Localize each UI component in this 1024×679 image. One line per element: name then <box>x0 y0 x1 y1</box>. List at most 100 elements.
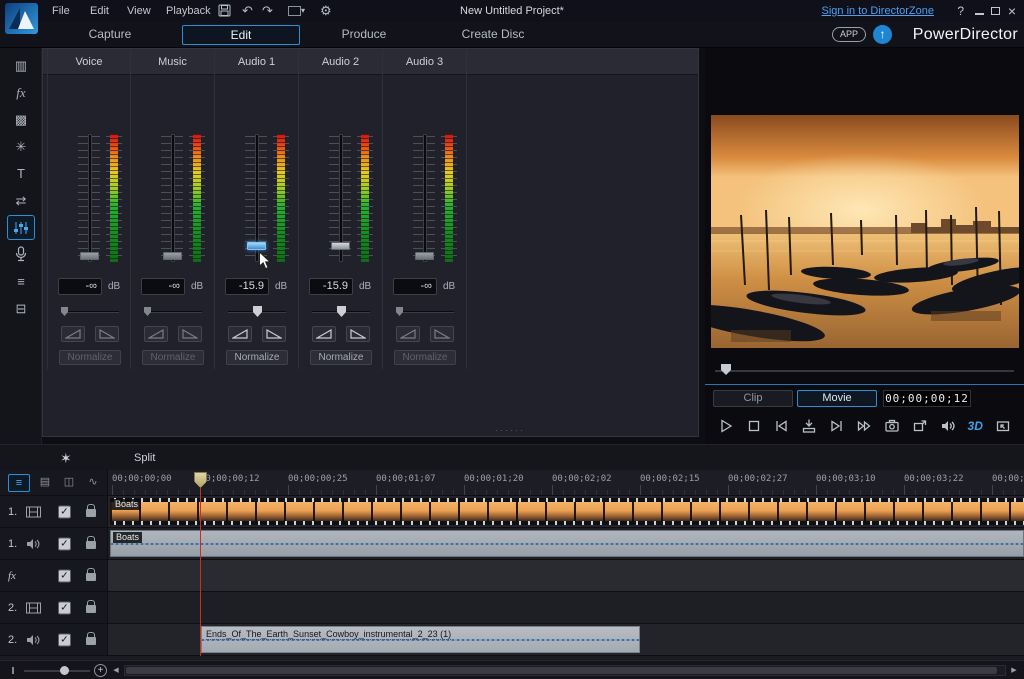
volume-button[interactable] <box>937 416 959 436</box>
gain-handle[interactable] <box>331 242 350 250</box>
tab-edit[interactable]: Edit <box>182 25 300 45</box>
menu-edit[interactable]: Edit <box>90 0 109 22</box>
track-enable-checkbox[interactable]: ✓ <box>58 601 71 614</box>
panel-resize-handle[interactable]: ······ <box>495 425 525 435</box>
pan-handle[interactable] <box>144 307 151 316</box>
menu-playback[interactable]: Playback <box>166 0 211 22</box>
track-fx[interactable] <box>108 560 1024 592</box>
preview-seek-handle[interactable] <box>721 364 731 375</box>
normalize-button[interactable]: Normalize <box>394 350 456 365</box>
close-button[interactable]: × <box>1008 0 1016 22</box>
split-button[interactable]: Split <box>134 445 155 471</box>
track-lock-icon[interactable] <box>86 509 96 517</box>
fade-out-button[interactable] <box>346 326 370 342</box>
signin-directorzone-link[interactable]: Sign in to DirectorZone <box>822 0 935 22</box>
pan-slider[interactable] <box>61 306 119 318</box>
normalize-button[interactable]: Normalize <box>142 350 204 365</box>
gain-slider[interactable] <box>131 134 215 264</box>
gain-slider[interactable] <box>383 134 467 264</box>
movie-mode-button[interactable]: Movie <box>797 390 877 407</box>
gain-handle[interactable] <box>415 252 434 260</box>
particle-room-button[interactable]: ✳ <box>7 134 35 159</box>
3d-mode-button[interactable]: 3D <box>964 416 986 436</box>
chapter-room-button[interactable]: ≡ <box>7 269 35 294</box>
music-clip[interactable]: Ends_Of_The_Earth_Sunset_Cowboy_instrume… <box>201 626 640 653</box>
track-enable-checkbox[interactable]: ✓ <box>58 505 71 518</box>
save-icon[interactable] <box>218 4 231 17</box>
track-audio-2[interactable]: Ends_Of_The_Earth_Sunset_Cowboy_instrume… <box>108 624 1024 656</box>
pan-slider[interactable] <box>312 306 370 318</box>
tab-capture[interactable]: Capture <box>60 25 160 45</box>
upload-directorzone-icon[interactable]: ↑ <box>873 25 892 44</box>
preview-seek-bar[interactable] <box>715 370 1014 372</box>
normalize-button[interactable]: Normalize <box>226 350 288 365</box>
snapshot-button[interactable] <box>881 416 903 436</box>
pan-handle[interactable] <box>61 307 68 316</box>
audio-mixing-room-button[interactable] <box>7 215 35 240</box>
track-enable-checkbox[interactable]: ✓ <box>58 537 71 550</box>
zoom-slider-handle[interactable] <box>60 666 69 675</box>
effect-room-button[interactable]: fx <box>7 80 35 105</box>
magic-tools-icon[interactable]: ✶ <box>60 445 72 471</box>
pan-slider[interactable] <box>228 306 286 318</box>
track-audio-1[interactable]: Boats <box>108 528 1024 560</box>
clip-mode-button[interactable]: Clip <box>713 390 793 407</box>
title-room-button[interactable]: T <box>7 161 35 186</box>
voiceover-room-button[interactable] <box>7 242 35 267</box>
play-button[interactable] <box>715 416 737 436</box>
gain-handle[interactable] <box>247 242 266 250</box>
fade-in-button[interactable] <box>228 326 252 342</box>
normalize-button[interactable]: Normalize <box>310 350 372 365</box>
zoom-in-button[interactable]: + <box>94 664 107 677</box>
track-lock-icon[interactable] <box>86 573 96 581</box>
subtitle-room-button[interactable]: ⊟ <box>7 296 35 321</box>
timeline-scrollbar[interactable] <box>124 665 1006 676</box>
dual-view-button[interactable]: ◫ <box>58 474 80 492</box>
fade-in-button[interactable] <box>61 326 85 342</box>
video-clip[interactable]: Boats <box>110 498 1024 525</box>
pan-slider[interactable] <box>396 306 454 318</box>
help-button[interactable]: ? <box>957 0 964 22</box>
gain-slider[interactable] <box>48 134 132 264</box>
audio-view-button[interactable]: ∿ <box>82 474 104 492</box>
settings-gear-icon[interactable]: ⚙ <box>320 0 332 22</box>
tab-create-disc[interactable]: Create Disc <box>437 25 549 45</box>
track-enable-checkbox[interactable]: ✓ <box>58 633 71 646</box>
transition-room-button[interactable]: ⇄ <box>7 188 35 213</box>
track-lock-icon[interactable] <box>86 637 96 645</box>
fullscreen-button[interactable] <box>992 416 1014 436</box>
pan-handle[interactable] <box>396 307 403 316</box>
stop-button[interactable] <box>743 416 765 436</box>
normalize-button[interactable]: Normalize <box>59 350 121 365</box>
pan-handle[interactable] <box>253 306 262 317</box>
timeline-zoom-slider[interactable] <box>24 670 90 672</box>
gain-handle[interactable] <box>80 252 99 260</box>
storyboard-view-button[interactable]: ▤ <box>34 474 56 492</box>
track-video-2[interactable] <box>108 592 1024 624</box>
app-badge[interactable]: APP <box>832 27 866 42</box>
track-lock-icon[interactable] <box>86 541 96 549</box>
scrollbar-thumb[interactable] <box>126 667 997 674</box>
gain-slider[interactable] <box>299 134 383 264</box>
capture-range-button[interactable] <box>798 416 820 436</box>
fast-forward-button[interactable] <box>853 416 875 436</box>
timeline-ruler[interactable]: 00;00;00;00 00;00;00;12 00;00;00;25 00;0… <box>108 470 1024 496</box>
media-room-button[interactable]: ▥ <box>7 53 35 78</box>
next-frame-button[interactable] <box>826 416 848 436</box>
track-enable-checkbox[interactable]: ✓ <box>58 569 71 582</box>
fade-out-button[interactable] <box>178 326 202 342</box>
menu-view[interactable]: View <box>127 0 151 22</box>
fade-in-button[interactable] <box>144 326 168 342</box>
fade-in-button[interactable] <box>312 326 336 342</box>
fade-out-button[interactable] <box>95 326 119 342</box>
fade-out-button[interactable] <box>262 326 286 342</box>
redo-icon[interactable]: ↷ <box>262 0 273 22</box>
menu-file[interactable]: File <box>52 0 70 22</box>
track-lock-icon[interactable] <box>86 605 96 613</box>
audio-clip[interactable]: Boats <box>110 530 1024 557</box>
gain-slider[interactable] <box>215 134 299 264</box>
fade-out-button[interactable] <box>430 326 454 342</box>
fade-in-button[interactable] <box>396 326 420 342</box>
undock-preview-button[interactable] <box>909 416 931 436</box>
maximize-button[interactable] <box>991 7 1000 15</box>
